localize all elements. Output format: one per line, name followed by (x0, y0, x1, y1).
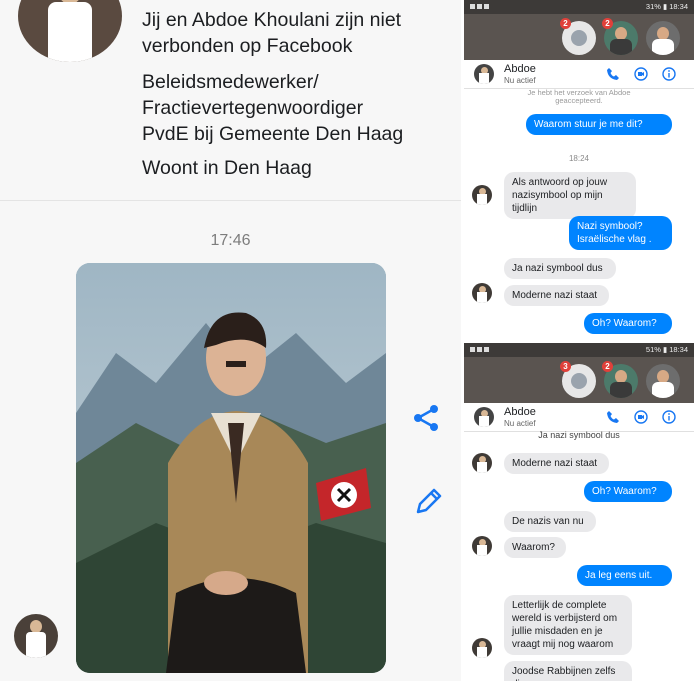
message-incoming[interactable]: Waarom? (504, 537, 566, 558)
system-note: geaccepteerd. (555, 96, 603, 105)
message-incoming[interactable]: Moderne nazi staat (504, 285, 609, 306)
contact-status: Nu actief (504, 76, 536, 85)
status-battery-time: 31% ▮ 18:34 (645, 2, 688, 11)
lives-in: Woont in Den Haag (142, 157, 312, 179)
chat-head-avatar[interactable] (646, 21, 680, 55)
message-incoming[interactable]: Joodse Rabbijnen zelfs die (504, 661, 632, 681)
status-battery-time: 51% ▮ 18:34 (645, 345, 688, 354)
contact-name[interactable]: Abdoe (504, 406, 536, 418)
badge-count: 2 (560, 18, 571, 29)
sender-avatar[interactable] (472, 638, 492, 658)
message-incoming[interactable]: Letterlijk de complete wereld is verbijs… (504, 595, 632, 655)
partial-message: Ja nazi symbool dus (538, 430, 620, 440)
footer-links (60, 674, 440, 681)
badge-count: 2 (602, 361, 613, 372)
not-connected-line-2: verbonden op Facebook (142, 35, 353, 57)
shared-photo[interactable] (76, 263, 386, 673)
edit-pencil-icon[interactable] (412, 486, 444, 518)
message-outgoing[interactable]: Waarom stuur je me dit? (526, 114, 672, 135)
chat-heads-bar: 2 2 (464, 14, 694, 60)
phone-call-icon[interactable] (606, 410, 620, 424)
message-incoming[interactable]: Ja nazi symbool dus (504, 258, 616, 279)
sender-avatar[interactable] (472, 185, 492, 205)
badge-count: 3 (560, 361, 571, 372)
profile-avatar[interactable] (18, 0, 122, 62)
contact-name[interactable]: Abdoe (504, 63, 536, 75)
time-separator: 18:24 (568, 154, 590, 163)
job-line-2: Fractievertegenwoordiger (142, 97, 364, 119)
status-bar: 31% ▮ 18:34 (464, 0, 694, 14)
chat-head-avatar[interactable] (646, 364, 680, 398)
phone-screenshot-top: 31% ▮ 18:34 2 2 Abdoe Nu actief Je hebt … (464, 0, 694, 337)
photo-image (76, 263, 386, 673)
phone-call-icon[interactable] (606, 67, 620, 81)
message-incoming[interactable]: De nazis van nu (504, 511, 596, 532)
message-outgoing[interactable]: Ja leg eens uit. (577, 565, 672, 586)
sender-avatar[interactable] (472, 453, 492, 473)
job-line-1: Beleidsmedewerker/ (142, 71, 319, 93)
chat-header: Abdoe Nu actief (464, 60, 694, 89)
info-icon[interactable] (662, 410, 676, 424)
chat-heads-bar: 3 2 (464, 357, 694, 403)
sender-avatar[interactable] (472, 536, 492, 556)
chat-header: Abdoe Nu actief (464, 403, 694, 432)
contact-status: Nu actief (504, 419, 536, 428)
job-line-3: PvdE bij Gemeente Den Haag (142, 123, 404, 145)
status-bar: 51% ▮ 18:34 (464, 343, 694, 357)
sender-avatar[interactable] (14, 614, 58, 658)
phone-screenshot-bottom: 51% ▮ 18:34 3 2 Abdoe Nu actief Ja nazi … (464, 343, 694, 681)
sender-avatar[interactable] (472, 283, 492, 303)
message-incoming[interactable]: Als antwoord op jouw nazisymbool op mijn… (504, 172, 636, 219)
not-connected-line-1: Jij en Abdoe Khoulani zijn niet (142, 9, 402, 31)
message-timestamp: 17:46 (210, 232, 251, 249)
info-icon[interactable] (662, 67, 676, 81)
message-outgoing[interactable]: Oh? Waarom? (584, 313, 672, 334)
badge-count: 2 (602, 18, 613, 29)
contact-avatar[interactable] (474, 407, 494, 427)
divider (0, 200, 461, 201)
contact-avatar[interactable] (474, 64, 494, 84)
video-call-icon[interactable] (634, 410, 648, 424)
main-chat-panel: Jij en Abdoe Khoulani zijn niet verbonde… (0, 0, 461, 681)
share-icon[interactable] (410, 402, 442, 434)
message-outgoing[interactable]: Nazi symbool? Israëlische vlag . (569, 216, 672, 250)
message-outgoing[interactable]: Oh? Waarom? (584, 481, 672, 502)
message-incoming[interactable]: Moderne nazi staat (504, 453, 609, 474)
video-call-icon[interactable] (634, 67, 648, 81)
